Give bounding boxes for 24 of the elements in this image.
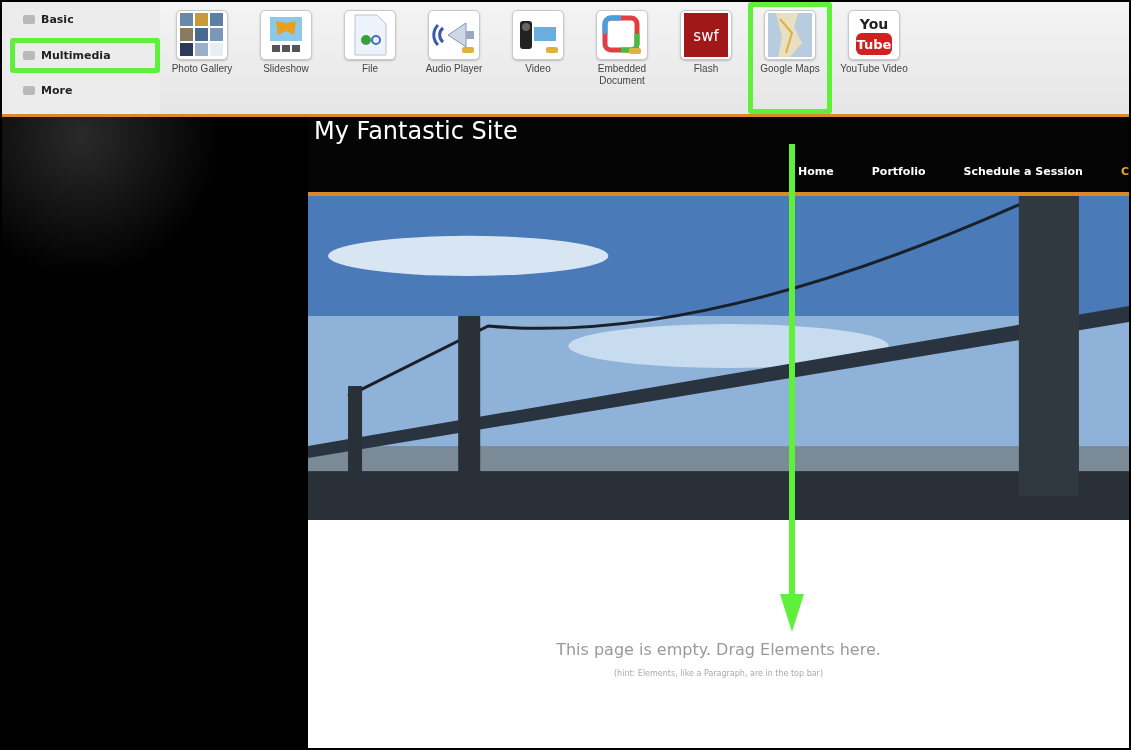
hint-text: (hint: Elements, like a Paragraph, are in the top bar) xyxy=(614,669,823,678)
empty-message: This page is empty. Drag Elements here. xyxy=(556,640,881,659)
category-icon xyxy=(23,50,35,60)
flash-file-icon: swf xyxy=(684,13,728,57)
category-icon xyxy=(23,86,35,95)
category-item[interactable]: Basic xyxy=(10,2,160,37)
nav-link[interactable]: Portfolio xyxy=(871,165,926,178)
element-button[interactable]: Photo Gallery xyxy=(160,2,244,114)
file-icon xyxy=(353,14,387,56)
category-item[interactable]: More xyxy=(10,73,160,108)
element-button[interactable]: Embedded Document xyxy=(580,2,664,114)
nav-link[interactable]: Home xyxy=(798,165,834,178)
element-button[interactable]: File xyxy=(328,2,412,114)
nav-link[interactable]: Schedule a Session xyxy=(963,165,1083,178)
element-button[interactable]: swf Flash xyxy=(664,2,748,114)
element-button[interactable]: Google Maps xyxy=(748,2,832,114)
site-title: My Fantastic Site xyxy=(313,117,519,145)
category-item[interactable]: Multimedia xyxy=(10,37,160,73)
element-button[interactable]: You Tube YouTube Video xyxy=(832,2,916,114)
element-button[interactable]: Audio Player xyxy=(412,2,496,114)
category-icon xyxy=(23,15,35,24)
nav-link[interactable]: C xyxy=(1120,165,1129,178)
element-button[interactable]: Slideshow xyxy=(244,2,328,114)
element-button[interactable]: Video xyxy=(496,2,580,114)
